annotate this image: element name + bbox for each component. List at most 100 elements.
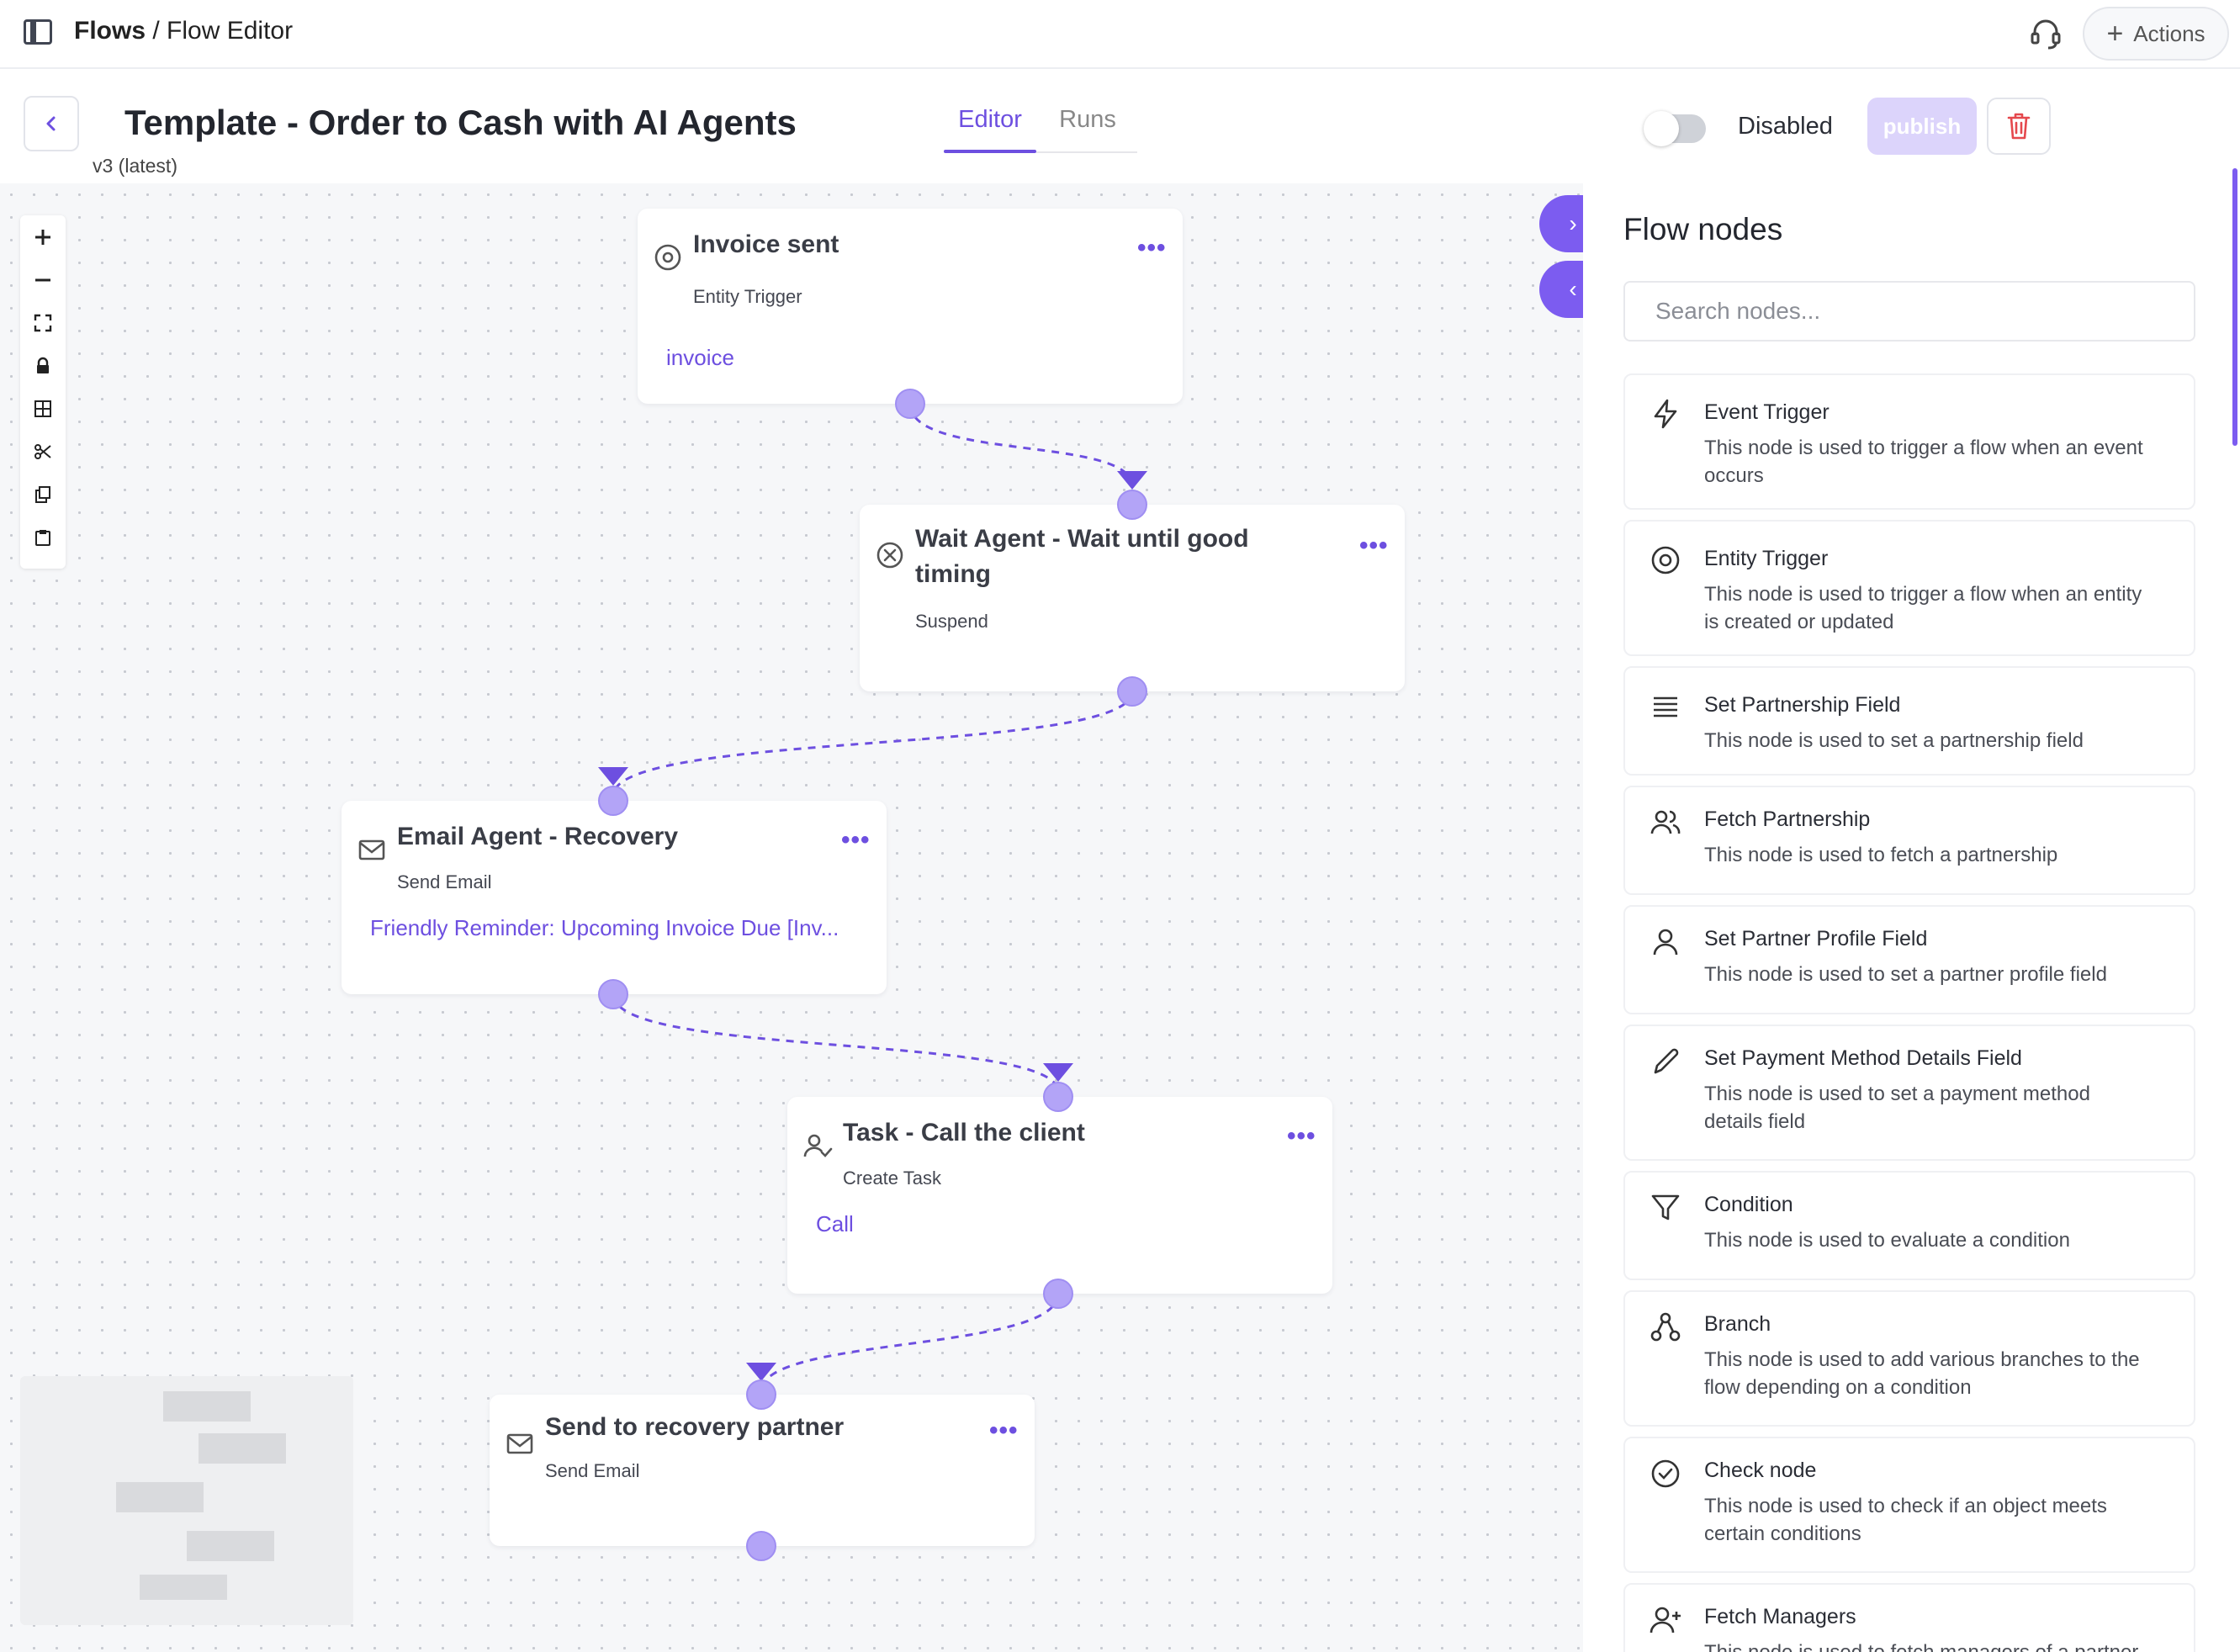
node-menu-button[interactable]: •••: [1137, 234, 1167, 262]
grid-button[interactable]: [20, 387, 66, 430]
fit-view-button[interactable]: [20, 301, 66, 344]
panel-scrollbar[interactable]: [2232, 168, 2237, 446]
node-input-handle[interactable]: [746, 1379, 776, 1410]
minimap-node: [140, 1575, 227, 1600]
chevron-left-icon: [46, 116, 56, 131]
minimap[interactable]: [20, 1376, 353, 1625]
version-label: v3 (latest): [93, 155, 177, 177]
node-output-handle[interactable]: [746, 1531, 776, 1561]
mail-icon: [358, 839, 385, 860]
node-card-fetch-managers[interactable]: Fetch Managers This node is used to fetc…: [1623, 1583, 2195, 1652]
node-menu-button[interactable]: •••: [1359, 532, 1389, 560]
flow-node-email-agent[interactable]: Email Agent - Recovery Send Email ••• Fr…: [342, 801, 887, 994]
node-card-condition[interactable]: Condition This node is used to evaluate …: [1623, 1171, 2195, 1280]
zoom-out-button[interactable]: [20, 258, 66, 301]
node-input-handle[interactable]: [1117, 490, 1147, 520]
node-card-description: This node is used to set a payment metho…: [1704, 1080, 2175, 1136]
flow-node-wait-agent[interactable]: Wait Agent - Wait until good timing Susp…: [860, 505, 1405, 691]
node-card-title: Event Trigger: [1704, 400, 1830, 424]
node-card-branch[interactable]: Branch This node is used to add various …: [1623, 1290, 2195, 1427]
node-card-description: This node is used to check if an object …: [1704, 1492, 2175, 1548]
paste-button[interactable]: [20, 516, 66, 559]
panel-title: Flow nodes: [1623, 212, 1783, 246]
top-bar: Flows / Flow Editor + Actions: [0, 0, 2240, 69]
node-card-check-node[interactable]: Check node This node is used to check if…: [1623, 1437, 2195, 1573]
x-circle-icon: [876, 542, 903, 569]
tabs-divider: [1036, 151, 1137, 153]
active-tab-indicator: [944, 150, 1036, 153]
node-card-fetch-partnership[interactable]: Fetch Partnership This node is used to f…: [1623, 786, 2195, 895]
node-output-handle[interactable]: [598, 979, 628, 1009]
zoom-in-button[interactable]: [20, 215, 66, 258]
search-nodes-input[interactable]: [1623, 281, 2195, 342]
node-card-title: Fetch Managers: [1704, 1605, 1856, 1628]
canvas-controls: [20, 215, 66, 569]
node-title: Email Agent - Recovery: [397, 823, 678, 850]
lock-icon: [37, 357, 49, 373]
desc-line-1: This node is used to set a payment metho…: [1704, 1083, 2090, 1105]
node-card-title: Check node: [1704, 1459, 1817, 1482]
mail-icon: [506, 1433, 533, 1454]
breadcrumb-flows[interactable]: Flows: [74, 17, 146, 45]
flow-node-task-call[interactable]: Task - Call the client Create Task ••• C…: [787, 1097, 1332, 1294]
node-menu-button[interactable]: •••: [989, 1416, 1019, 1445]
node-card-title: Entity Trigger: [1704, 547, 1829, 570]
node-input-handle[interactable]: [598, 786, 628, 816]
node-card-set-partnership-field[interactable]: Set Partnership Field This node is used …: [1623, 666, 2195, 776]
node-card-title: Fetch Partnership: [1704, 807, 1871, 831]
trash-icon: [2007, 113, 2031, 140]
node-title: Task - Call the client: [843, 1119, 1085, 1146]
plus-icon: [35, 229, 50, 245]
node-title: Wait Agent - Wait until good timing: [915, 522, 1249, 592]
edge-arrow: [598, 767, 628, 786]
check-circle-icon: [1651, 1459, 1680, 1488]
actions-button[interactable]: + Actions: [2083, 7, 2229, 61]
toggle-knob: [1644, 111, 1679, 146]
desc-line-2: flow depending on a condition: [1704, 1376, 1972, 1399]
node-card-set-payment-method-details-field[interactable]: Set Payment Method Details Field This no…: [1623, 1025, 2195, 1161]
flow-node-recovery-partner[interactable]: Send to recovery partner Send Email •••: [490, 1395, 1035, 1546]
edge-arrow: [746, 1363, 776, 1381]
copy-button[interactable]: [20, 473, 66, 516]
node-detail-link[interactable]: Friendly Reminder: Upcoming Invoice Due …: [370, 915, 839, 941]
node-input-handle[interactable]: [1043, 1082, 1073, 1112]
node-card-entity-trigger[interactable]: Entity Trigger This node is used to trig…: [1623, 520, 2195, 656]
back-button[interactable]: [24, 96, 79, 151]
flow-node-invoice-sent[interactable]: Invoice sent Entity Trigger ••• invoice: [638, 209, 1183, 404]
breadcrumb: Flows / Flow Editor: [74, 17, 293, 45]
flow-header: Template - Order to Cash with AI Agents …: [0, 71, 2240, 183]
headset-icon[interactable]: [2027, 15, 2064, 52]
branch-icon: [1650, 1312, 1681, 1342]
node-card-event-trigger[interactable]: Event Trigger This node is used to trigg…: [1623, 373, 2195, 510]
cut-button[interactable]: [20, 430, 66, 473]
filter-icon: [1651, 1194, 1680, 1220]
node-card-title: Condition: [1704, 1193, 1793, 1216]
publish-button[interactable]: publish: [1867, 98, 1977, 155]
node-menu-button[interactable]: •••: [1287, 1122, 1316, 1151]
node-output-handle[interactable]: [1043, 1279, 1073, 1309]
node-card-set-partner-profile-field[interactable]: Set Partner Profile Field This node is u…: [1623, 905, 2195, 1014]
node-menu-button[interactable]: •••: [841, 826, 871, 855]
node-card-description: This node is used to evaluate a conditio…: [1704, 1229, 2070, 1252]
desc-line-2: occurs: [1704, 464, 1764, 487]
node-card-description: This node is used to trigger a flow when…: [1704, 580, 2175, 636]
edge-arrow: [1117, 471, 1147, 490]
node-output-handle[interactable]: [1117, 676, 1147, 707]
sidebar-toggle-icon[interactable]: [24, 19, 52, 45]
node-card-description: This node is used to add various branche…: [1704, 1346, 2175, 1401]
flow-canvas[interactable]: Invoice sent Entity Trigger ••• invoice …: [0, 183, 1583, 1652]
minus-icon: [35, 278, 50, 281]
tab-runs[interactable]: Runs: [1050, 106, 1125, 150]
node-detail-link[interactable]: Call: [816, 1211, 854, 1237]
node-type: Create Task: [843, 1168, 941, 1189]
node-card-description: This node is used to fetch managers of a…: [1704, 1639, 2175, 1652]
enable-toggle[interactable]: [1644, 111, 1706, 146]
tab-editor[interactable]: Editor: [944, 106, 1036, 150]
node-title-line-2: timing: [915, 560, 991, 588]
lock-button[interactable]: [20, 344, 66, 387]
node-detail-link[interactable]: invoice: [666, 345, 734, 371]
node-output-handle[interactable]: [895, 389, 925, 419]
delete-button[interactable]: [1987, 98, 2051, 155]
node-card-description: This node is used to trigger a flow when…: [1704, 434, 2175, 490]
desc-line-1: This node is used to trigger a flow when…: [1704, 583, 2142, 606]
